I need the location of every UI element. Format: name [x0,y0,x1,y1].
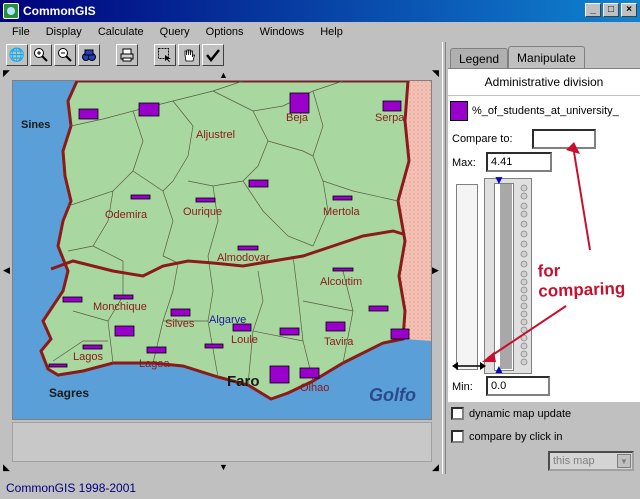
symbol-castro-marim [368,305,389,312]
label-ourique: Ourique [183,206,222,218]
tab-legend[interactable]: Legend [450,48,509,68]
zoom-out-icon[interactable] [54,44,76,66]
symbol-odemira [130,194,151,200]
menu-options[interactable]: Options [198,26,252,38]
status-bar: CommonGIS 1998-2001 [0,476,640,499]
globe-icon[interactable]: 🌐 [6,44,28,66]
annotation-arrows [452,142,591,370]
symbol-vrsa [390,328,410,340]
label-loule: Loule [231,334,258,346]
label-mertola: Mertola [323,206,361,218]
map-bottom-area [12,422,432,462]
map-pan-left-icon[interactable]: ◀ [3,265,10,276]
minimize-button[interactable]: _ [585,3,601,17]
menu-file[interactable]: File [4,26,38,38]
map-pan-down-icon[interactable]: ▼ [219,462,228,472]
symbol-lagos [82,344,103,350]
label-golfo: Golfo [369,385,416,405]
min-label: Min: [452,381,473,393]
symbol-silves [170,308,191,317]
print-icon[interactable] [116,44,138,66]
check-icon[interactable] [202,44,224,66]
symbol-tavira [325,321,346,332]
symbol-monchique [113,294,134,300]
label-monchique: Monchique [93,301,147,313]
symbol-portimao [114,325,135,337]
symbol-serpa [382,100,402,112]
window-title: CommonGIS [23,4,96,18]
layer-title: Administrative division [448,69,640,95]
compare-click-checkbox[interactable] [451,430,464,443]
close-button[interactable]: × [621,3,637,17]
app-icon [3,3,19,19]
menu-calculate[interactable]: Calculate [90,26,152,38]
compare-click-label: compare by click in [469,431,563,443]
symbol-faro [269,365,290,384]
label-aljustrel: Aljustrel [196,129,235,141]
symbol-albufeira [204,343,224,349]
label-olhao: Olhao [300,382,329,394]
attribute-swatch [450,101,468,121]
menu-query[interactable]: Query [152,26,198,38]
menu-windows[interactable]: Windows [252,26,313,38]
toolbar: 🌐 [0,42,440,68]
annotation-text: for comparing [537,261,626,301]
attribute-row[interactable]: %_of_students_at_university_ [448,96,640,126]
symbol-vila-do-bispo [48,363,68,368]
binoculars-icon[interactable] [78,44,100,66]
symbol-lagoa [146,346,167,354]
symbol-sao-bras [279,327,300,336]
symbol-beja [289,92,310,114]
menu-help[interactable]: Help [312,26,351,38]
label-serpa: Serpa [375,112,405,124]
map-pan-right-icon[interactable]: ▶ [432,265,439,276]
attribute-name: %_of_students_at_university_ [472,105,619,117]
min-field[interactable]: 0.0 [486,376,550,396]
label-algarve: Algarve [209,314,246,326]
symbol-mertola-north [248,179,269,188]
label-tavira: Tavira [324,336,354,348]
title-bar: CommonGIS _ □ × [0,0,640,22]
label-faro: Faro [227,373,260,390]
label-sines: Sines [21,119,50,131]
map-corner-arrow-icon[interactable]: ◤ [3,68,10,79]
status-text: CommonGIS 1998-2001 [6,480,137,495]
label-lagoa: Lagoa [139,358,170,370]
label-beja: Beja [286,112,309,124]
dynamic-update-label: dynamic map update [469,408,572,420]
map-select[interactable]: this map ▼ [548,451,634,471]
map-corner-arrow-icon[interactable]: ◣ [3,462,10,473]
symbol-aljustrel [138,102,160,117]
map-corner-arrow-icon[interactable]: ◢ [432,462,439,473]
symbol-aljezur [62,296,83,303]
menu-display[interactable]: Display [38,26,90,38]
label-odemira: Odemira [105,209,148,221]
hand-icon[interactable] [178,44,200,66]
symbol-sines [78,108,99,120]
select-icon[interactable] [154,44,176,66]
zoom-in-icon[interactable] [30,44,52,66]
dynamic-update-checkbox[interactable] [451,407,464,420]
menu-bar: File Display Calculate Query Options Win… [0,22,640,42]
panel-tabs: Legend Manipulate [450,46,585,68]
label-silves: Silves [165,318,195,330]
symbol-olhao [299,367,320,379]
symbol-ourique [195,197,216,203]
symbol-almodovar [237,245,259,251]
symbol-mertola [332,195,353,201]
map-corner-arrow-icon[interactable]: ◥ [432,68,439,79]
maximize-button[interactable]: □ [603,3,619,17]
label-sagres: Sagres [49,386,89,400]
chevron-down-icon[interactable]: ▼ [617,454,631,468]
map-svg: Sines Aljustrel Beja Serpa Odemira Ouriq… [13,81,431,419]
label-lagos: Lagos [73,351,103,363]
map-pan-up-icon[interactable]: ▲ [219,70,228,80]
label-almodovar: Almodovar [217,252,270,264]
splitter[interactable] [442,42,446,474]
map-canvas[interactable]: Sines Aljustrel Beja Serpa Odemira Ouriq… [12,80,432,420]
tab-manipulate[interactable]: Manipulate [508,46,585,68]
symbol-alcoutim [332,267,354,272]
label-alcoutim: Alcoutim [320,276,362,288]
map-select-value: this map [553,455,595,467]
